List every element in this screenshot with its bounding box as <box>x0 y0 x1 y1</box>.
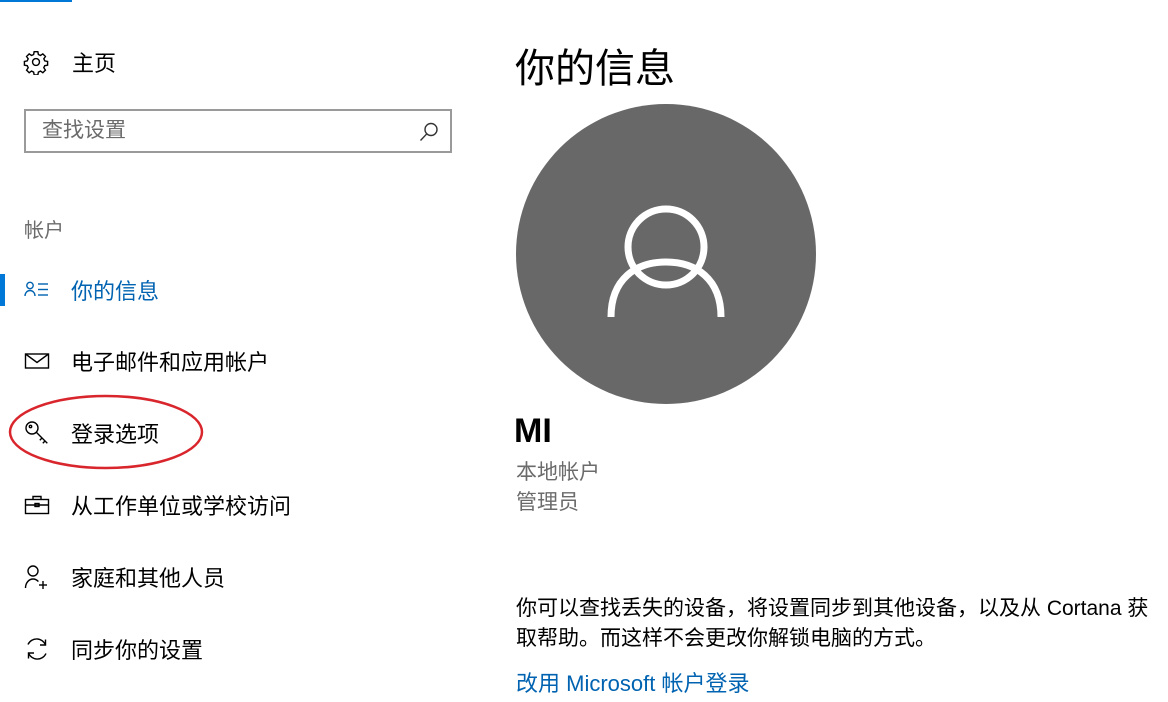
sidebar-item-sync[interactable]: 同步你的设置 <box>0 621 470 677</box>
sidebar-item-label: 同步你的设置 <box>71 638 204 663</box>
user-name: MI <box>514 412 552 450</box>
user-avatar-icon <box>607 205 725 318</box>
sidebar-item-your-info[interactable]: 你的信息 <box>0 262 470 318</box>
sidebar-item-label: 从工作单位或学校访问 <box>71 494 292 519</box>
home-nav-item[interactable]: 主页 <box>22 44 116 80</box>
search-input[interactable] <box>42 117 412 145</box>
sidebar-item-label: 你的信息 <box>71 279 160 304</box>
sidebar-item-family[interactable]: 家庭和其他人员 <box>0 549 470 605</box>
search-icon[interactable] <box>418 121 440 143</box>
sidebar-item-email-accounts[interactable]: 电子邮件和应用帐户 <box>0 333 470 389</box>
page-title: 你的信息 <box>515 47 675 91</box>
gear-icon <box>22 48 50 76</box>
sidebar-item-work-school[interactable]: 从工作单位或学校访问 <box>0 477 470 533</box>
user-info-icon <box>22 275 52 305</box>
accounts-section-label: 帐户 <box>24 220 64 242</box>
account-type: 本地帐户 <box>516 461 600 484</box>
account-role: 管理员 <box>516 491 579 514</box>
avatar[interactable] <box>516 104 816 404</box>
add-person-icon <box>22 562 52 592</box>
home-label: 主页 <box>72 51 117 76</box>
account-description: 你可以查找丢失的设备，将设置同步到其他设备，以及从 Cortana 获取帮助。而… <box>516 597 1149 650</box>
switch-to-microsoft-account-link[interactable]: 改用 Microsoft 帐户登录 <box>516 666 749 698</box>
key-icon <box>22 418 52 448</box>
search-box <box>24 109 452 153</box>
sidebar: 主页 帐户 你的信息 <box>0 0 480 702</box>
sidebar-item-sign-in-options[interactable]: 登录选项 <box>0 405 470 461</box>
mail-icon <box>22 346 52 376</box>
sidebar-item-label: 家庭和其他人员 <box>71 566 226 591</box>
sidebar-item-label: 电子邮件和应用帐户 <box>71 350 270 375</box>
active-indicator <box>0 274 5 306</box>
briefcase-icon <box>22 490 52 520</box>
sync-icon <box>22 634 52 664</box>
sidebar-item-label: 登录选项 <box>71 422 160 447</box>
